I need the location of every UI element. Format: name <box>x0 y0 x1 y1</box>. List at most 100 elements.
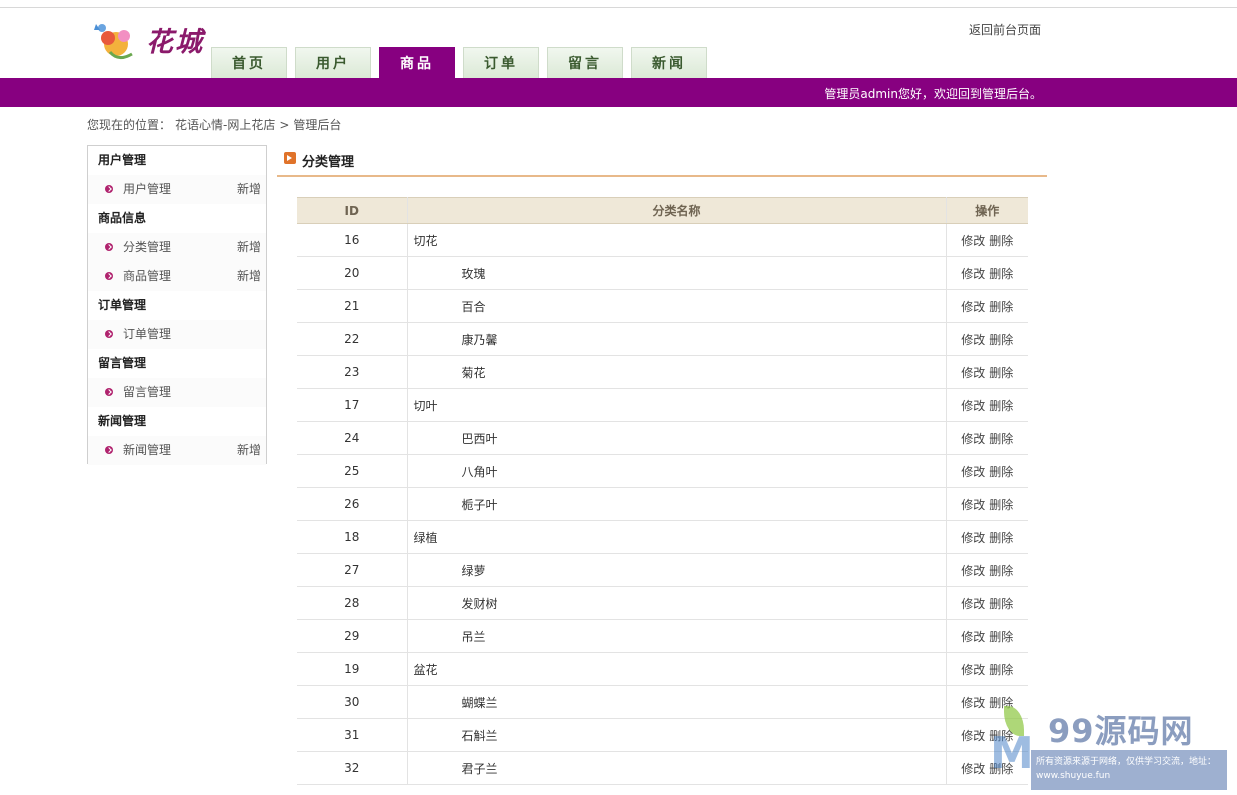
edit-link[interactable]: 修改 <box>961 729 985 743</box>
cell-category-name: 切花 <box>407 223 947 257</box>
sidebar-item: 用户管理 新增 <box>88 175 266 204</box>
bullet-arrow-icon <box>105 446 113 454</box>
breadcrumb-current: 管理后台 <box>293 118 342 132</box>
cell-id: 22 <box>297 322 408 356</box>
bullet-arrow-icon <box>105 388 113 396</box>
cell-ops: 修改 删除 <box>946 223 1028 257</box>
sidebar-item-link[interactable]: 商品管理 <box>123 262 171 291</box>
nav-tab[interactable]: 留言 <box>547 47 623 78</box>
delete-link[interactable]: 删除 <box>989 498 1013 512</box>
table-row: 18 绿植 修改 删除 <box>297 520 1028 554</box>
nav-tab[interactable]: 首页 <box>211 47 287 78</box>
delete-link[interactable]: 删除 <box>989 366 1013 380</box>
edit-link[interactable]: 修改 <box>961 663 985 677</box>
delete-link[interactable]: 删除 <box>989 267 1013 281</box>
column-header-name: 分类名称 <box>407 197 947 224</box>
cell-category-name: 吊兰 <box>407 619 947 653</box>
edit-link[interactable]: 修改 <box>961 498 985 512</box>
edit-link[interactable]: 修改 <box>961 696 985 710</box>
sidebar-item-link[interactable]: 用户管理 <box>123 175 171 204</box>
nav-tab[interactable]: 商品 <box>379 47 455 78</box>
breadcrumb-prefix: 您现在的位置： <box>87 118 172 132</box>
cell-category-name: 百合 <box>407 289 947 323</box>
edit-link[interactable]: 修改 <box>961 531 985 545</box>
cell-category-name: 发财树 <box>407 586 947 620</box>
admin-banner: 管理员admin您好，欢迎回到管理后台。 <box>0 78 1237 107</box>
delete-link[interactable]: 删除 <box>989 234 1013 248</box>
edit-link[interactable]: 修改 <box>961 762 985 776</box>
bullet-arrow-icon <box>105 243 113 251</box>
delete-link[interactable]: 删除 <box>989 432 1013 446</box>
bullet-arrow-icon <box>105 330 113 338</box>
cell-category-name: 栀子叶 <box>407 487 947 521</box>
cell-id: 23 <box>297 355 408 389</box>
sidebar-item-link[interactable]: 留言管理 <box>123 378 171 407</box>
sidebar-item: 新闻管理 新增 <box>88 436 266 465</box>
sidebar-add-link[interactable]: 新增 <box>237 436 261 465</box>
logo-text: 花城 <box>146 27 204 58</box>
table-row: 17 切叶 修改 删除 <box>297 388 1028 422</box>
sidebar-group-title: 留言管理 <box>98 356 147 370</box>
table-row: 22 康乃馨 修改 删除 <box>297 322 1028 356</box>
nav-tab[interactable]: 新闻 <box>631 47 707 78</box>
cell-ops: 修改 删除 <box>946 289 1028 323</box>
sidebar-add-link[interactable]: 新增 <box>237 233 261 262</box>
delete-link[interactable]: 删除 <box>989 399 1013 413</box>
edit-link[interactable]: 修改 <box>961 399 985 413</box>
nav-tab[interactable]: 用户 <box>295 47 371 78</box>
cell-category-name: 石斛兰 <box>407 718 947 752</box>
table-row: 19 盆花 修改 删除 <box>297 652 1028 686</box>
delete-link[interactable]: 删除 <box>989 564 1013 578</box>
cell-ops: 修改 删除 <box>946 520 1028 554</box>
cell-category-name: 切叶 <box>407 388 947 422</box>
edit-link[interactable]: 修改 <box>961 333 985 347</box>
sidebar-add-link[interactable]: 新增 <box>237 262 261 291</box>
edit-link[interactable]: 修改 <box>961 564 985 578</box>
cell-id: 25 <box>297 454 408 488</box>
sidebar-item-link[interactable]: 订单管理 <box>123 320 171 349</box>
edit-link[interactable]: 修改 <box>961 597 985 611</box>
delete-link[interactable]: 删除 <box>989 663 1013 677</box>
delete-link[interactable]: 删除 <box>989 333 1013 347</box>
table-row: 27 绿萝 修改 删除 <box>297 553 1028 587</box>
return-frontend-link[interactable]: 返回前台页面 <box>969 21 1041 38</box>
column-header-id: ID <box>297 197 408 224</box>
cell-id: 21 <box>297 289 408 323</box>
sidebar-group-title: 用户管理 <box>98 153 147 167</box>
delete-link[interactable]: 删除 <box>989 630 1013 644</box>
edit-link[interactable]: 修改 <box>961 630 985 644</box>
cell-category-name: 蝴蝶兰 <box>407 685 947 719</box>
edit-link[interactable]: 修改 <box>961 432 985 446</box>
bullet-arrow-icon <box>105 272 113 280</box>
edit-link[interactable]: 修改 <box>961 366 985 380</box>
sidebar-item-link[interactable]: 新闻管理 <box>123 436 171 465</box>
cell-id: 24 <box>297 421 408 455</box>
delete-link[interactable]: 删除 <box>989 531 1013 545</box>
delete-link[interactable]: 删除 <box>989 300 1013 314</box>
cell-category-name: 菊花 <box>407 355 947 389</box>
cell-id: 26 <box>297 487 408 521</box>
cell-id: 20 <box>297 256 408 290</box>
edit-link[interactable]: 修改 <box>961 234 985 248</box>
delete-link[interactable]: 删除 <box>989 597 1013 611</box>
cell-category-name: 八角叶 <box>407 454 947 488</box>
table-row: 29 吊兰 修改 删除 <box>297 619 1028 653</box>
cell-ops: 修改 删除 <box>946 322 1028 356</box>
sidebar-add-link[interactable]: 新增 <box>237 175 261 204</box>
edit-link[interactable]: 修改 <box>961 300 985 314</box>
nav-tab[interactable]: 订单 <box>463 47 539 78</box>
cell-ops: 修改 删除 <box>946 256 1028 290</box>
edit-link[interactable]: 修改 <box>961 465 985 479</box>
cell-ops: 修改 删除 <box>946 619 1028 653</box>
cell-ops: 修改 删除 <box>946 454 1028 488</box>
sidebar-item-link[interactable]: 分类管理 <box>123 233 171 262</box>
table-row: 31 石斛兰 修改 删除 <box>297 718 1028 752</box>
column-header-ops: 操作 <box>946 197 1028 224</box>
sidebar-item: 订单管理 <box>88 320 266 349</box>
breadcrumb-site[interactable]: 花语心情-网上花店 <box>175 118 275 132</box>
edit-link[interactable]: 修改 <box>961 267 985 281</box>
delete-link[interactable]: 删除 <box>989 465 1013 479</box>
cell-category-name: 玫瑰 <box>407 256 947 290</box>
cell-ops: 修改 删除 <box>946 388 1028 422</box>
table-row: 28 发财树 修改 删除 <box>297 586 1028 620</box>
